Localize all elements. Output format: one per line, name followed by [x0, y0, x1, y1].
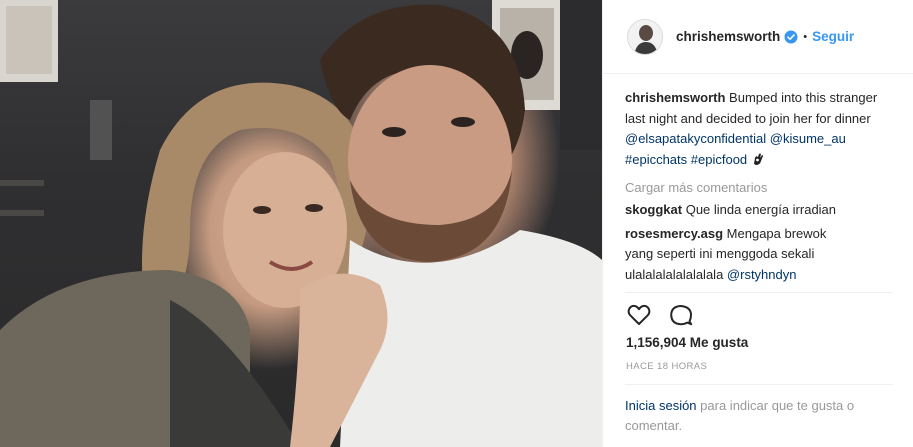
post-username[interactable]: chrishemsworth	[676, 29, 780, 44]
post-side-panel: chrishemsworth • Seguir chrishemsworth B…	[602, 0, 913, 447]
verified-badge-icon	[784, 30, 798, 44]
comment-text: Que linda energía irradian	[685, 202, 837, 217]
caption-hashtag[interactable]: #epicchats	[625, 152, 687, 167]
comment-list: skoggkat Que linda energía irradian rose…	[625, 200, 905, 292]
comment-bubble-icon[interactable]	[667, 301, 695, 329]
caption-mention[interactable]: @elsapatakyconfidential	[625, 131, 766, 146]
comment-username[interactable]: rosesmercy.asg	[625, 226, 723, 241]
login-link[interactable]: Inicia sesión	[625, 398, 697, 413]
caption: chrishemsworth Bumped into this stranger…	[625, 88, 895, 172]
actions-divider	[625, 292, 893, 293]
comment-username[interactable]: skoggkat	[625, 202, 682, 217]
post-photo[interactable]	[0, 0, 602, 447]
login-prompt: Inicia sesión para indicar que te gusta …	[625, 396, 895, 436]
login-divider	[625, 384, 893, 385]
comment-item: skoggkat Que linda energía irradian	[625, 200, 905, 221]
caption-hashtag[interactable]: #epicfood	[691, 152, 747, 167]
ok-hand-icon	[751, 152, 765, 173]
comments-section: chrishemsworth Bumped into this stranger…	[625, 88, 895, 205]
load-more-comments-button[interactable]: Cargar más comentarios	[625, 178, 895, 198]
caption-mention[interactable]: @kisume_au	[770, 131, 846, 146]
comment-mention[interactable]: @rstyhndyn	[727, 267, 797, 282]
header-separator: •	[803, 30, 808, 43]
post-actions	[625, 301, 695, 329]
caption-username[interactable]: chrishemsworth	[625, 90, 725, 105]
likes-count[interactable]: 1,156,904 Me gusta	[626, 335, 748, 350]
follow-button[interactable]: Seguir	[812, 29, 854, 44]
heart-icon[interactable]	[625, 301, 653, 329]
comment-item: rosesmercy.asg Mengapa brewok yang seper…	[625, 224, 857, 286]
couple-selfie-image	[0, 0, 602, 447]
post-header: chrishemsworth • Seguir	[603, 0, 913, 74]
avatar[interactable]	[627, 18, 663, 55]
post-timestamp[interactable]: HACE 18 HORAS	[626, 361, 707, 372]
